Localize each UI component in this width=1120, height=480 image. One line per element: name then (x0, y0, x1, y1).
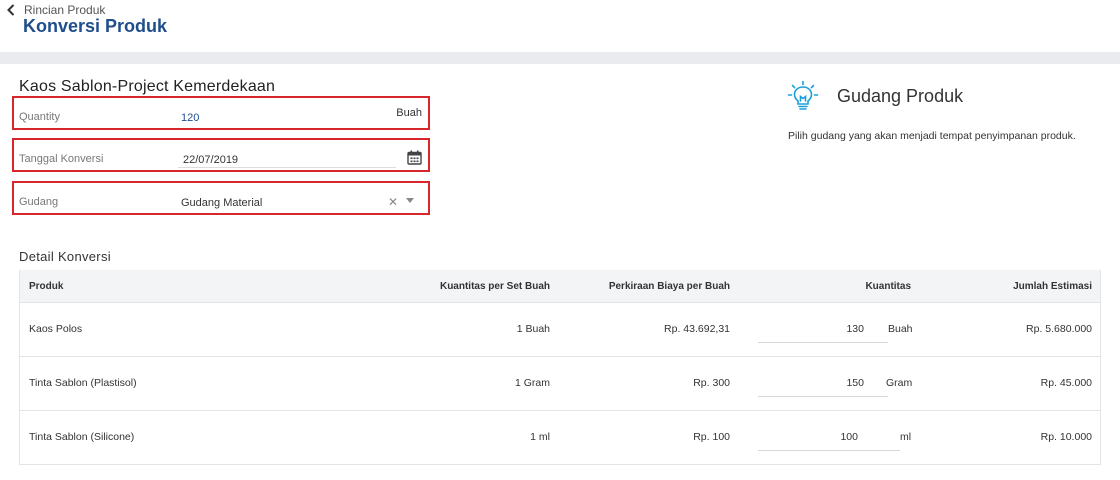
date-field[interactable]: Tanggal Konversi 22/07/2019 (12, 138, 430, 172)
table-header: Produk Kuantitas per Set Buah Perkiraan … (20, 270, 1100, 303)
row-qty-per-set: 1 Buah (516, 323, 550, 335)
lightbulb-icon (787, 80, 819, 110)
row-total: Rp. 45.000 (1040, 377, 1092, 389)
clear-icon[interactable]: ✕ (388, 195, 398, 209)
panel-description: Pilih gudang yang akan menjadi tempat pe… (788, 130, 1076, 142)
quantity-label: Quantity (19, 111, 60, 123)
col-total: Jumlah Estimasi (1013, 281, 1092, 292)
col-cost: Perkiraan Biaya per Buah (608, 281, 730, 292)
date-underline (178, 167, 396, 168)
chevron-down-icon[interactable] (406, 198, 414, 203)
row-cost: Rp. 43.692,31 (664, 323, 730, 335)
row-total: Rp. 5.680.000 (1026, 323, 1092, 335)
table-row: Tinta Sablon (Silicone) 1 ml Rp. 100 100… (20, 411, 1100, 464)
date-label: Tanggal Konversi (19, 153, 104, 165)
row-product: Tinta Sablon (Silicone) (29, 431, 135, 443)
qty-input[interactable]: 130 (758, 313, 888, 343)
panel-title: Gudang Produk (837, 86, 964, 106)
qty-unit: Gram (886, 377, 913, 389)
col-produk: Produk (29, 281, 64, 292)
row-qty-per-set: 1 Gram (514, 377, 550, 389)
quantity-input[interactable]: 120 (181, 112, 199, 124)
calendar-icon[interactable] (407, 150, 422, 165)
qty-unit: Buah (888, 323, 913, 335)
row-cost: Rp. 300 (693, 377, 730, 389)
col-qty: Kuantitas (865, 281, 911, 292)
warehouse-select[interactable]: Gudang Material (181, 197, 262, 209)
quantity-unit: Buah (396, 107, 422, 119)
table-row: Tinta Sablon (Plastisol) 1 Gram Rp. 300 … (20, 357, 1100, 411)
qty-input[interactable]: 100 (758, 421, 900, 451)
qty-value[interactable]: 130 (846, 323, 864, 335)
row-product: Tinta Sablon (Plastisol) (29, 377, 137, 389)
qty-input[interactable]: 150 (758, 367, 888, 397)
row-qty-per-set: 1 ml (530, 431, 550, 443)
table-row: Kaos Polos 1 Buah Rp. 43.692,31 130 Buah… (20, 303, 1100, 357)
chevron-left-icon (7, 4, 15, 16)
back-link[interactable]: Rincian Produk (6, 3, 105, 17)
col-qty-per-set: Kuantitas per Set Buah (439, 281, 550, 292)
row-total: Rp. 10.000 (1040, 431, 1092, 443)
detail-title: Detail Konversi (19, 249, 111, 264)
conversion-table: Produk Kuantitas per Set Buah Perkiraan … (19, 270, 1101, 465)
qty-value[interactable]: 100 (840, 431, 858, 443)
qty-unit: ml (900, 431, 912, 443)
warehouse-label: Gudang (19, 196, 59, 208)
back-link-label: Rincian Produk (24, 3, 106, 17)
quantity-field[interactable]: Quantity 120 Buah (12, 96, 430, 130)
row-product: Kaos Polos (29, 323, 83, 335)
product-name: Kaos Sablon-Project Kemerdekaan (19, 78, 276, 95)
page-title: Konversi Produk (23, 16, 168, 36)
date-input[interactable]: 22/07/2019 (183, 154, 238, 166)
qty-value[interactable]: 150 (846, 377, 864, 389)
header-divider (0, 52, 1120, 64)
row-cost: Rp. 100 (693, 431, 730, 443)
page-header: Rincian Produk Konversi Produk (0, 0, 1120, 52)
warehouse-field[interactable]: Gudang Gudang Material ✕ (12, 181, 430, 215)
